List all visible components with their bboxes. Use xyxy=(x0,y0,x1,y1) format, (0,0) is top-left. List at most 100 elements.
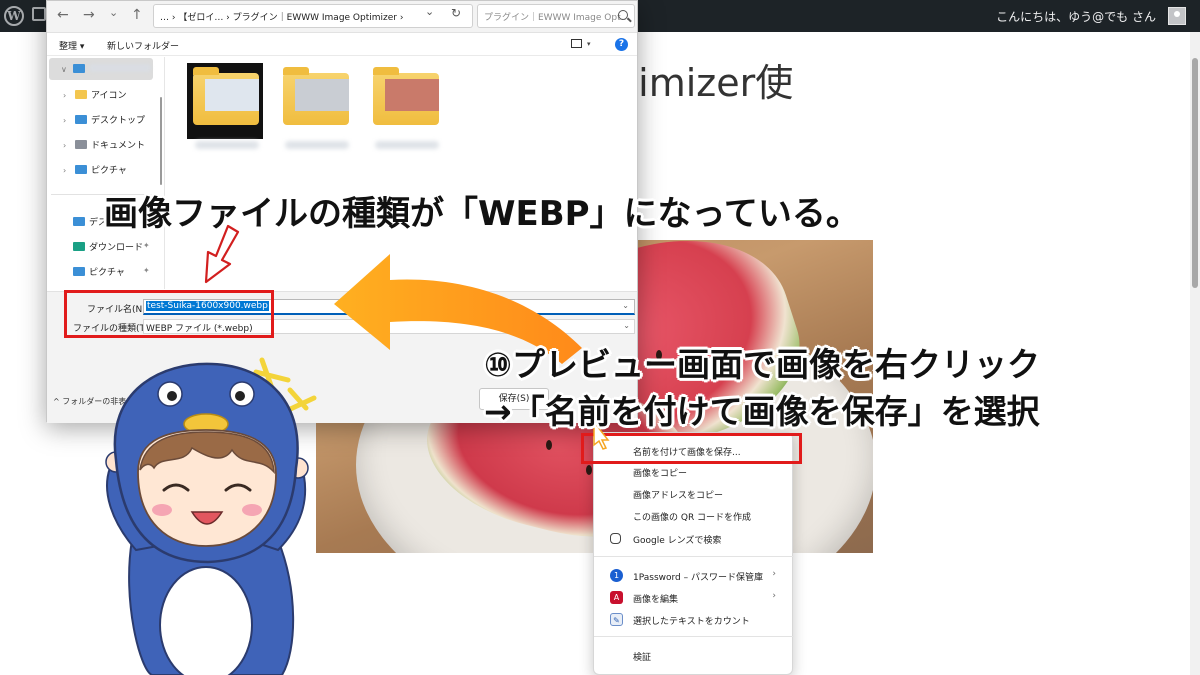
blurred-folder-name xyxy=(195,141,259,149)
menu-item-edit-image[interactable]: A 画像を編集 › xyxy=(594,588,794,608)
nav-item-label: アイコン xyxy=(91,91,127,101)
menu-item-label: 画像をコピー xyxy=(633,469,688,479)
caption-step-save-image: →「名前を付けて画像を保存」を選択 xyxy=(484,392,1040,431)
folder-thumbnail[interactable] xyxy=(187,63,267,163)
filename-highlight-box xyxy=(64,290,274,338)
expand-chevron-icon[interactable]: › xyxy=(63,116,75,125)
search-icon xyxy=(618,10,628,20)
forward-arrow-icon[interactable]: → xyxy=(83,7,95,23)
folder-search-input[interactable]: プラグイン｜EWWW Image Opt... xyxy=(477,4,635,28)
quick-item-label: ダウンロード xyxy=(89,243,144,253)
page-scroll-thumb[interactable] xyxy=(1192,58,1198,288)
menu-item-label: 1Password – パスワード保管庫 xyxy=(633,573,763,583)
nav-item-label: ピクチャ xyxy=(91,166,127,176)
menu-item-label: 画像を編集 xyxy=(633,595,679,605)
nav-item-pictures[interactable]: › ピクチャ xyxy=(63,163,127,176)
save-image-highlight-box xyxy=(581,433,802,464)
menu-item-copy-image-address[interactable]: 画像アドレスをコピー xyxy=(594,484,794,504)
menu-item-label: 選択したテキストをカウント xyxy=(633,617,750,627)
watermelon-seed xyxy=(586,465,592,475)
folder-icon xyxy=(75,90,87,99)
menu-separator xyxy=(594,556,794,557)
folder-icon xyxy=(193,67,259,125)
site-home-icon[interactable] xyxy=(32,7,46,21)
new-folder-button[interactable]: 新しいフォルダー xyxy=(107,39,179,52)
user-avatar[interactable] xyxy=(1168,7,1186,25)
expand-chevron-icon[interactable]: › xyxy=(63,141,75,150)
onepassword-icon: 1 xyxy=(610,569,623,582)
folder-thumbnail[interactable] xyxy=(277,63,357,163)
penguin-mascot-illustration xyxy=(105,357,317,675)
folder-preview xyxy=(295,79,349,111)
menu-item-copy-image[interactable]: 画像をコピー xyxy=(594,462,794,482)
refresh-icon[interactable]: ↻ xyxy=(451,6,461,20)
menu-item-google-lens[interactable]: Google レンズで検索 xyxy=(594,529,794,549)
lens-icon xyxy=(610,533,621,544)
page-scrollbar[interactable] xyxy=(1190,32,1200,675)
menu-item-1password[interactable]: 1 1Password – パスワード保管庫 › xyxy=(594,566,794,586)
back-arrow-icon[interactable]: ← xyxy=(57,7,69,23)
caption-step-right-click: ⑩プレビュー画面で画像を右クリック xyxy=(484,345,1040,384)
nav-item-label: ドキュメント xyxy=(91,141,146,151)
menu-item-create-qr[interactable]: この画像の QR コードを作成 xyxy=(594,506,794,526)
dialog-navigation-bar: ← → ⌄ ↑ … › 【ゼロイ… › プラグイン｜EWWW Image Opt… xyxy=(47,1,637,33)
address-path: … › 【ゼロイ… › プラグイン｜EWWW Image Optimizer › xyxy=(160,13,404,23)
menu-separator xyxy=(594,636,794,637)
count-icon: ✎ xyxy=(610,613,623,626)
folder-icon xyxy=(373,67,439,125)
nav-item-desktop[interactable]: › デスクトップ xyxy=(63,113,145,126)
menu-item-label: 検証 xyxy=(633,653,652,663)
image-context-menu: 名前を付けて画像を保存... 画像をコピー 画像アドレスをコピー この画像の Q… xyxy=(593,432,794,675)
pictures-folder-icon xyxy=(75,165,87,174)
quick-item-downloads[interactable]: ダウンロード xyxy=(73,240,143,253)
expand-chevron-icon[interactable]: › xyxy=(63,91,75,100)
collapse-chevron-icon[interactable]: ∨ xyxy=(61,65,73,74)
menu-item-label: 画像アドレスをコピー xyxy=(633,491,724,501)
blurred-folder-name xyxy=(89,64,151,72)
organize-button[interactable]: 整理 ▾ xyxy=(59,39,84,52)
view-chevron-icon[interactable]: ▾ xyxy=(587,40,591,48)
address-history-chevron-icon[interactable]: ⌄ xyxy=(425,5,434,18)
nav-item-user-folder[interactable]: ∨ xyxy=(61,64,151,75)
nav-item-documents[interactable]: › ドキュメント xyxy=(63,138,145,151)
nav-item-icons[interactable]: › アイコン xyxy=(63,88,127,101)
menu-item-label: この画像の QR コードを作成 xyxy=(633,513,752,523)
documents-folder-icon xyxy=(75,140,87,149)
dialog-command-bar: 整理 ▾ 新しいフォルダー ▾ ? xyxy=(47,34,637,56)
up-folder-icon[interactable]: ↑ xyxy=(131,7,143,23)
acrobat-icon: A xyxy=(610,591,623,604)
pin-icon[interactable]: ✦ xyxy=(143,241,150,250)
submenu-chevron-icon: › xyxy=(772,591,776,601)
navigation-pane: ∨ › アイコン › デスクトップ › ドキュメント › ピクチャ デスク ダウンロード xyxy=(47,57,165,289)
user-folder-icon xyxy=(73,64,85,73)
watermelon-seed xyxy=(546,440,552,450)
wordpress-logo-icon[interactable]: W xyxy=(4,6,24,26)
submenu-chevron-icon: › xyxy=(772,569,776,579)
view-options-icon[interactable] xyxy=(571,39,582,48)
search-placeholder: プラグイン｜EWWW Image Opt... xyxy=(484,13,630,23)
expand-chevron-icon[interactable]: › xyxy=(63,166,75,175)
quick-item-pictures[interactable]: ピクチャ xyxy=(73,265,125,278)
nav-item-label: デスクトップ xyxy=(91,116,146,126)
nav-pane-scrollbar[interactable] xyxy=(160,97,162,185)
folder-preview xyxy=(385,79,439,111)
menu-item-inspect[interactable]: 検証 xyxy=(594,646,794,666)
pin-icon[interactable]: ✦ xyxy=(143,266,150,275)
filetype-chevron-icon[interactable]: ⌄ xyxy=(623,321,630,330)
filename-history-chevron-icon[interactable]: ⌄ xyxy=(621,301,630,310)
menu-item-label: Google レンズで検索 xyxy=(633,536,722,546)
admin-greeting[interactable]: こんにちは、ゆう@でも さん xyxy=(996,8,1156,25)
recent-locations-icon[interactable]: ⌄ xyxy=(109,6,118,19)
menu-item-count-text[interactable]: ✎ 選択したテキストをカウント xyxy=(594,610,794,630)
desktop-folder-icon xyxy=(73,217,85,226)
folder-preview xyxy=(205,79,259,111)
folder-icon xyxy=(283,67,349,125)
caption-filetype-webp: 画像ファイルの種類が「WEBP」になっている。 xyxy=(104,194,860,234)
blurred-folder-name xyxy=(375,141,439,149)
help-icon[interactable]: ? xyxy=(615,38,628,51)
desktop-folder-icon xyxy=(75,115,87,124)
folder-thumbnail[interactable] xyxy=(367,63,447,163)
downloads-folder-icon xyxy=(73,242,85,251)
quick-item-label: ピクチャ xyxy=(89,268,125,278)
blurred-folder-name xyxy=(285,141,349,149)
